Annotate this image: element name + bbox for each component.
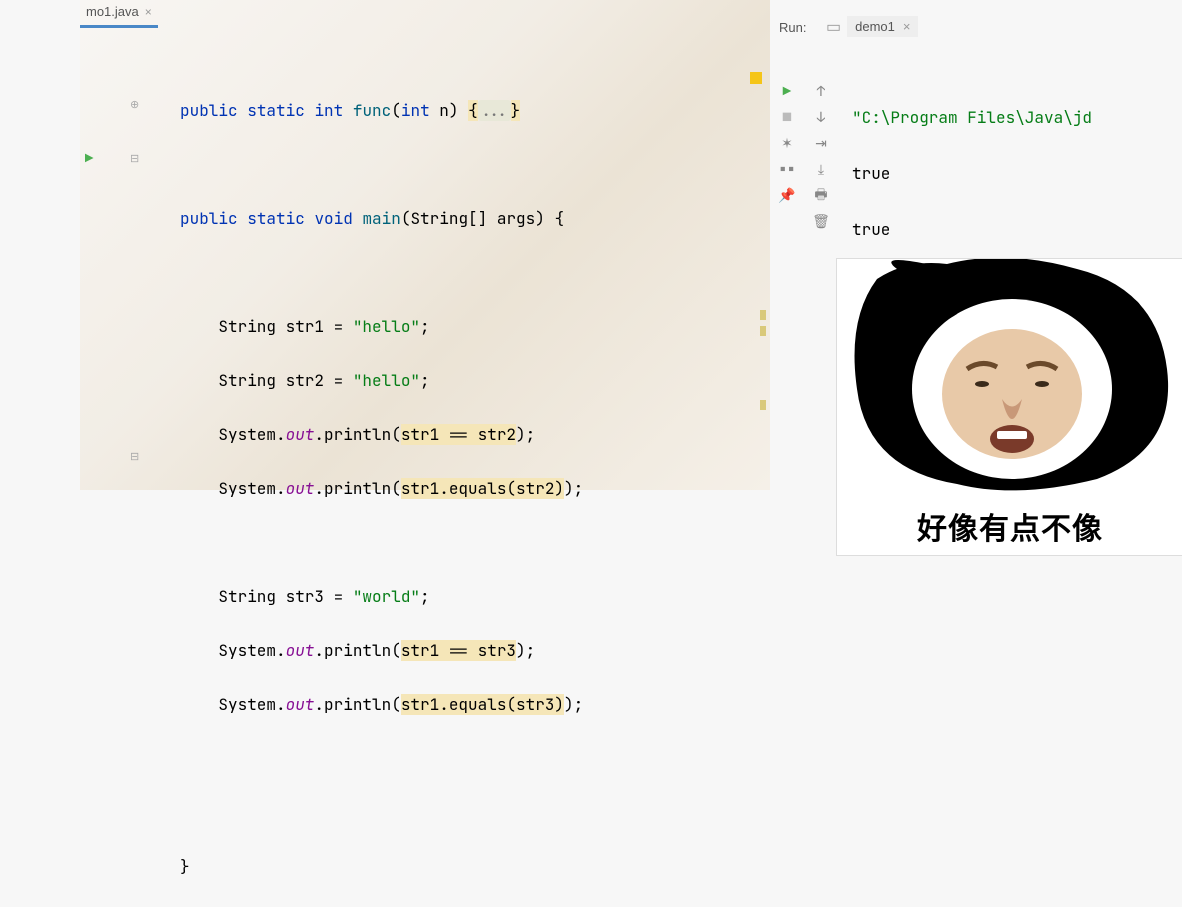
code-line[interactable]: String str3 = "world";: [180, 583, 583, 610]
console-line: "C:\Program Files\Java\jd: [852, 104, 1092, 132]
close-icon[interactable]: ×: [145, 5, 152, 19]
editor-tab-label: mo1.java: [86, 4, 139, 19]
run-toolbar-primary: ▶ ■ ✶ ▪▪ 📌: [772, 76, 802, 212]
folded-code[interactable]: ...: [478, 100, 511, 121]
run-tab-bar: ▭ demo1 ×: [826, 16, 918, 37]
rerun-icon[interactable]: ▶: [777, 82, 797, 102]
meme-overlay: 好像有点不像: [836, 258, 1182, 556]
pin-icon[interactable]: 📌: [777, 186, 797, 206]
run-config-icon: ▭: [826, 16, 841, 37]
code-line[interactable]: [180, 799, 583, 826]
code-line[interactable]: String str1 = "hello";: [180, 313, 583, 340]
close-icon[interactable]: ×: [903, 19, 911, 34]
down-icon[interactable]: ↓: [811, 108, 831, 128]
code-line[interactable]: [180, 745, 583, 772]
run-gutter-icon[interactable]: ▶: [85, 150, 93, 168]
run-tab[interactable]: demo1 ×: [847, 16, 918, 37]
run-panel-label: Run:: [779, 20, 806, 35]
stop-icon[interactable]: ■: [777, 108, 797, 128]
print-icon[interactable]: 🖶: [811, 186, 831, 206]
console-line: true: [852, 216, 1092, 244]
up-icon[interactable]: ↑: [811, 82, 831, 102]
editor-tab-bar: mo1.java ×: [80, 0, 158, 26]
scroll-end-icon[interactable]: ⤓: [811, 160, 831, 180]
code-line[interactable]: System.out.println(str1 == str2);: [180, 421, 583, 448]
code-line[interactable]: }: [180, 853, 583, 880]
fold-handle-icon[interactable]: ⊕: [130, 98, 139, 112]
code-line[interactable]: System.out.println(str1.equals(str2));: [180, 475, 583, 502]
change-marker[interactable]: [760, 326, 766, 336]
meme-image: [837, 259, 1182, 499]
fold-handle-icon[interactable]: ⊟: [130, 450, 139, 464]
change-marker[interactable]: [760, 400, 766, 410]
code-line[interactable]: [180, 151, 583, 178]
run-toolbar-secondary: ↑ ↓ ⇥ ⤓ 🖶 🗑: [806, 76, 836, 238]
code-line[interactable]: public static void main(String[] args) {: [180, 205, 583, 232]
meme-caption: 好像有点不像: [837, 504, 1182, 548]
console-line: true: [852, 160, 1092, 188]
code-line[interactable]: String str2 = "hello";: [180, 367, 583, 394]
run-tab-label: demo1: [855, 19, 895, 34]
change-marker[interactable]: [760, 310, 766, 320]
inspection-indicator[interactable]: [750, 72, 762, 84]
fold-handle-icon[interactable]: ⊟: [130, 152, 139, 166]
layout-icon[interactable]: ▪▪: [777, 160, 797, 180]
code-line[interactable]: [180, 259, 583, 286]
code-line[interactable]: System.out.println(str1 == str3);: [180, 637, 583, 664]
code-line[interactable]: System.out.println(str1.equals(str3));: [180, 691, 583, 718]
trash-icon[interactable]: 🗑: [811, 212, 831, 232]
debug-icon[interactable]: ✶: [777, 134, 797, 154]
code-line[interactable]: [180, 529, 583, 556]
code-line[interactable]: public static int func(int n) {...}: [180, 97, 583, 124]
code-editor[interactable]: public static int func(int n) {...} publ…: [180, 70, 583, 907]
soft-wrap-icon[interactable]: ⇥: [811, 134, 831, 154]
editor-tab[interactable]: mo1.java ×: [80, 0, 158, 28]
